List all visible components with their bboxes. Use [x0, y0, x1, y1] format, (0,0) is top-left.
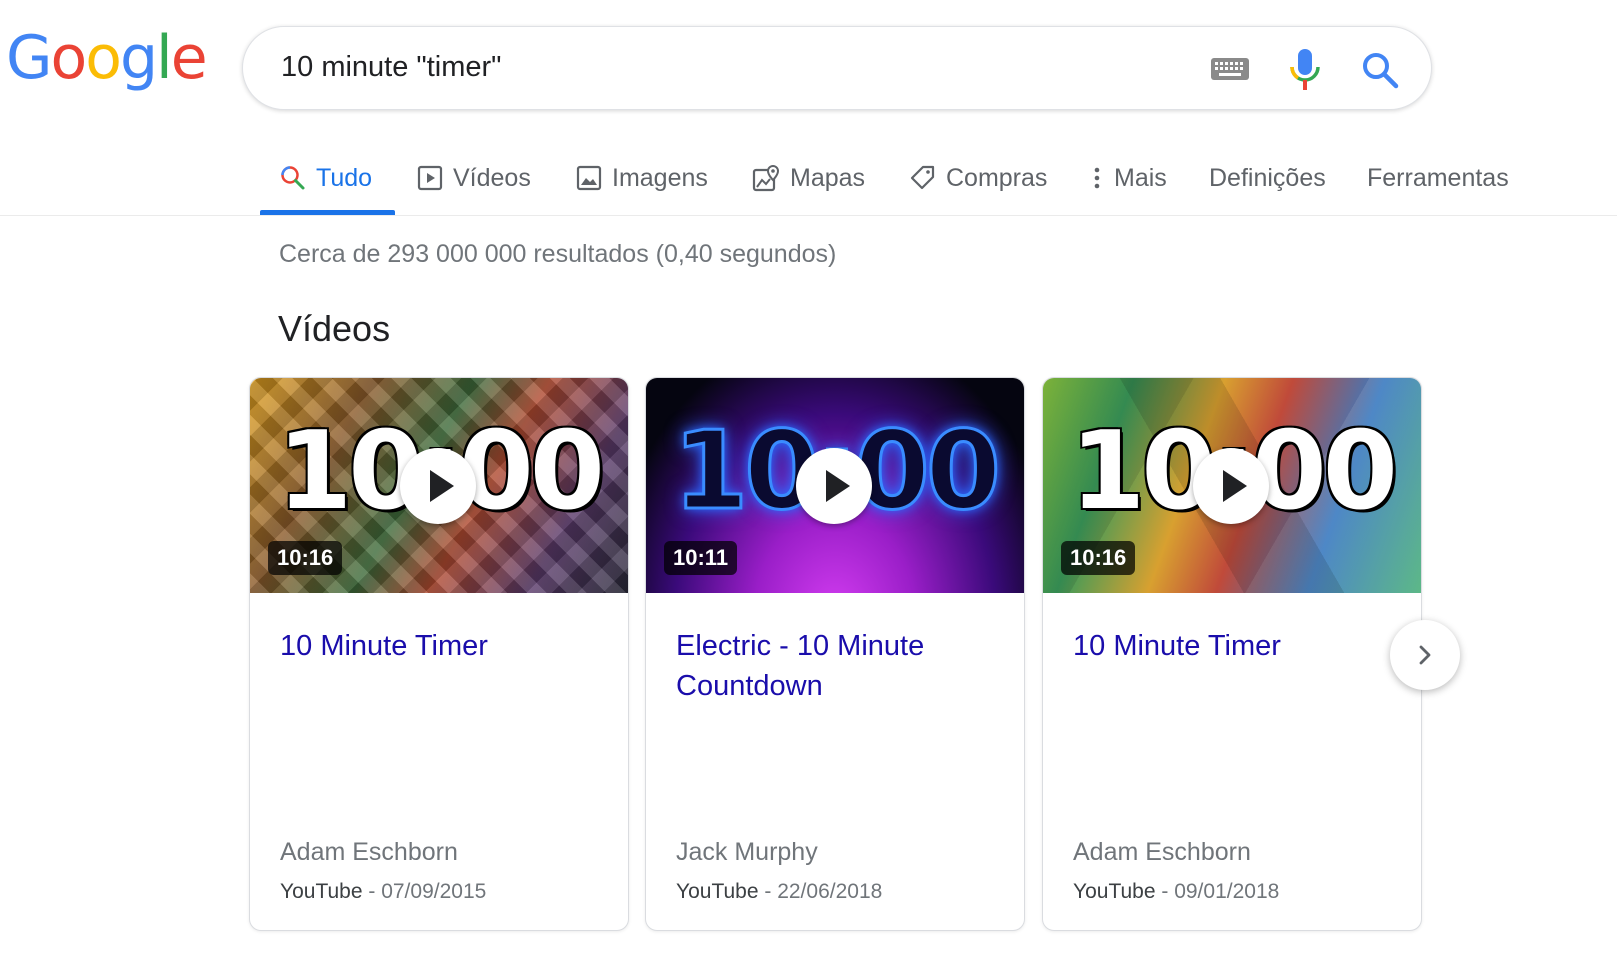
- tag-icon: [910, 165, 935, 190]
- result-stats: Cerca de 293 000 000 resultados (0,40 se…: [279, 240, 837, 268]
- video-title-link[interactable]: 10 Minute Timer: [280, 626, 604, 666]
- tab-imagens[interactable]: Imagens: [576, 158, 708, 198]
- tab-tudo[interactable]: Tudo: [280, 158, 372, 198]
- logo-letter: e: [170, 23, 208, 93]
- video-duration: 10:16: [1061, 541, 1136, 575]
- video-meta: YouTube - 09/01/2018: [1073, 880, 1279, 904]
- logo-letter: o: [85, 23, 122, 93]
- video-card[interactable]: 10:00 10:16 10 Minute Timer Adam Eschbor…: [249, 377, 629, 931]
- play-button-icon[interactable]: [1193, 448, 1269, 524]
- meta-separator: -: [362, 880, 382, 903]
- tab-label: Mapas: [790, 163, 866, 192]
- logo-letter: G: [6, 23, 52, 93]
- video-title-link[interactable]: 10 Minute Timer: [1073, 626, 1397, 666]
- search-input[interactable]: 10 minute "timer": [281, 51, 501, 84]
- search-tabs: Tudo Vídeos Imagens Mapas Compras Mais D…: [0, 150, 1617, 216]
- tab-label: Definições: [1209, 163, 1326, 192]
- tab-definicoes[interactable]: Definições: [1209, 158, 1326, 198]
- video-date: 09/01/2018: [1174, 880, 1280, 903]
- tab-mapas[interactable]: Mapas: [752, 158, 865, 198]
- tab-videos[interactable]: Vídeos: [417, 158, 531, 198]
- video-duration: 10:16: [268, 541, 343, 575]
- google-logo[interactable]: Google: [6, 23, 208, 93]
- keyboard-icon[interactable]: [1211, 58, 1249, 80]
- logo-letter: l: [156, 23, 173, 93]
- video-source: YouTube: [280, 880, 363, 903]
- tab-label: Compras: [946, 163, 1048, 192]
- video-thumbnail[interactable]: 10:00 10:16: [1043, 378, 1421, 593]
- active-tab-indicator: [260, 210, 395, 215]
- video-meta: YouTube - 07/09/2015: [280, 880, 486, 904]
- tab-label: Mais: [1114, 163, 1167, 192]
- image-icon: [576, 165, 602, 191]
- video-date: 07/09/2015: [381, 880, 487, 903]
- video-card[interactable]: 10:00 10:11 Electric - 10 Minute Countdo…: [645, 377, 1025, 931]
- tab-mais[interactable]: Mais: [1090, 158, 1167, 198]
- video-thumbnail[interactable]: 10:00 10:11: [646, 378, 1024, 593]
- tab-label: Tudo: [316, 163, 373, 192]
- tab-label: Vídeos: [453, 163, 531, 192]
- chevron-right-icon: [1419, 645, 1431, 665]
- logo-letter: g: [119, 23, 158, 93]
- video-duration: 10:11: [664, 541, 738, 575]
- videos-section-title: Vídeos: [278, 308, 391, 349]
- video-source: YouTube: [1073, 880, 1156, 903]
- video-author: Adam Eschborn: [1073, 838, 1251, 866]
- tab-ferramentas[interactable]: Ferramentas: [1367, 158, 1509, 198]
- play-icon: [417, 165, 443, 191]
- mic-icon[interactable]: [1285, 47, 1325, 93]
- tab-label: Imagens: [612, 163, 708, 192]
- video-author: Adam Eschborn: [280, 838, 458, 866]
- map-icon: [752, 164, 780, 192]
- play-button-icon[interactable]: [400, 448, 476, 524]
- video-card[interactable]: 10:00 10:16 10 Minute Timer Adam Eschbor…: [1042, 377, 1422, 931]
- tab-label: Ferramentas: [1367, 163, 1509, 192]
- video-author: Jack Murphy: [676, 838, 818, 866]
- video-meta: YouTube - 22/06/2018: [676, 880, 882, 904]
- search-icon: [281, 166, 305, 190]
- play-button-icon[interactable]: [796, 448, 872, 524]
- logo-letter: o: [50, 23, 88, 93]
- video-thumbnail[interactable]: 10:00 10:16: [250, 378, 628, 593]
- more-vert-icon: [1094, 167, 1100, 189]
- video-source: YouTube: [676, 880, 759, 903]
- video-date: 22/06/2018: [777, 880, 883, 903]
- search-icon[interactable]: [1361, 51, 1399, 89]
- search-box[interactable]: 10 minute "timer": [242, 26, 1432, 110]
- tab-compras[interactable]: Compras: [910, 158, 1047, 198]
- video-title-link[interactable]: Electric - 10 Minute Countdown: [676, 626, 1000, 706]
- meta-separator: -: [1155, 880, 1175, 903]
- meta-separator: -: [758, 880, 778, 903]
- carousel-next-button[interactable]: [1390, 620, 1460, 690]
